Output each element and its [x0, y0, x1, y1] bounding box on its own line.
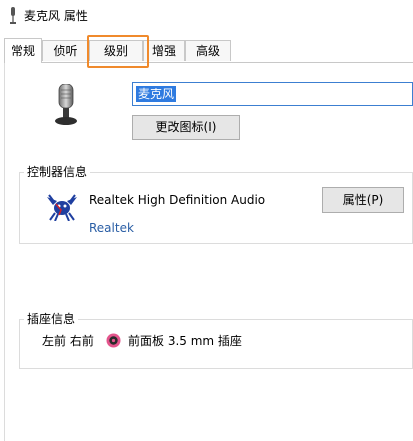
window-title: 麦克风 属性: [24, 9, 88, 23]
device-name-input[interactable]: 麦克风: [132, 82, 413, 106]
microphone-icon: [10, 7, 16, 24]
change-icon-button[interactable]: 更改图标(I): [132, 115, 240, 140]
tab-levels[interactable]: 级别: [89, 40, 143, 61]
jack-description: 前面板 3.5 mm 插座: [128, 334, 242, 348]
controller-info-title: 控制器信息: [24, 165, 91, 179]
controller-name: Realtek High Definition Audio: [89, 193, 266, 207]
jack-info-title: 插座信息: [24, 312, 79, 326]
tab-listen[interactable]: 侦听: [42, 40, 89, 61]
tab-enhancements[interactable]: 增强: [143, 40, 185, 61]
properties-button[interactable]: 属性(P): [322, 187, 404, 213]
title-bar: 麦克风 属性: [0, 0, 413, 32]
realtek-crab-logo: [47, 194, 77, 221]
controller-vendor-link[interactable]: Realtek: [89, 221, 134, 236]
microphone-icon: [55, 84, 77, 125]
tab-strip: 常规 侦听 级别 增强 高级: [0, 38, 413, 63]
tab-advanced[interactable]: 高级: [185, 40, 231, 61]
tab-general[interactable]: 常规: [4, 38, 42, 63]
jack-position: 左前 右前: [42, 334, 94, 348]
audio-jack-icon: [106, 333, 121, 348]
device-name-value: 麦克风: [136, 86, 177, 102]
